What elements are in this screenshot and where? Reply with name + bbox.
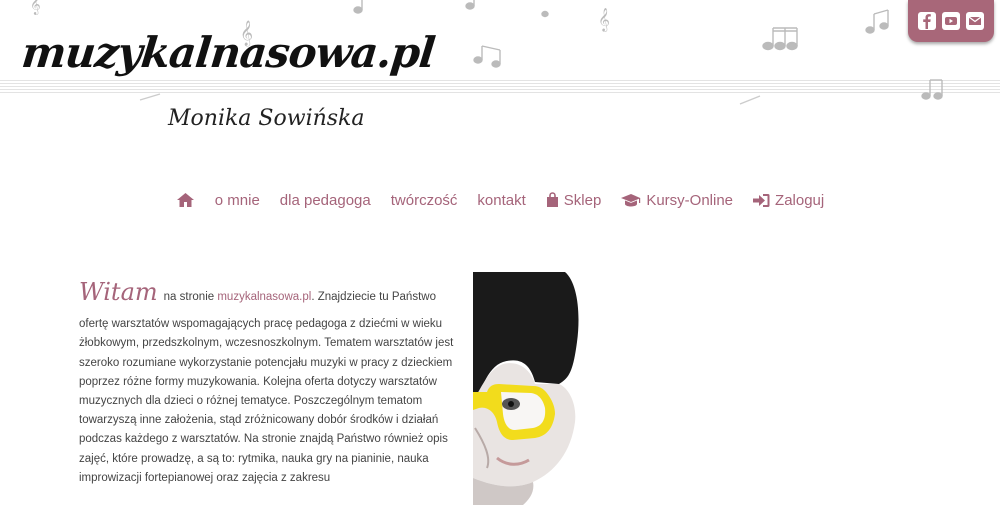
intro-body: ofertę warsztatów wspomagających pracę p… bbox=[79, 318, 454, 484]
nav-label: dla pedagoga bbox=[279, 191, 371, 209]
intro-text: Witam na stronie muzykalnasowa.pl. Znajdz… bbox=[79, 280, 454, 488]
music-staff-lines bbox=[0, 80, 1000, 94]
nav-o-mnie[interactable]: o mnie bbox=[205, 190, 270, 210]
portrait-image bbox=[473, 272, 588, 505]
nav-tworczosc[interactable]: twórczość bbox=[381, 190, 468, 210]
home-icon bbox=[176, 193, 194, 207]
shopping-bag-icon bbox=[546, 192, 558, 207]
greeting-heading: Witam bbox=[79, 278, 158, 306]
facebook-icon[interactable] bbox=[917, 11, 937, 31]
intro-prefix: na stronie bbox=[163, 291, 218, 303]
svg-text:𝄞: 𝄞 bbox=[598, 9, 610, 32]
youtube-icon[interactable] bbox=[941, 11, 961, 31]
intro-first-line: Witam na stronie muzykalnasowa.pl. Znajdz… bbox=[79, 280, 454, 307]
nav-sklep[interactable]: Sklep bbox=[536, 190, 612, 210]
nav-kontakt[interactable]: kontakt bbox=[467, 190, 535, 210]
site-logo[interactable]: muzykalnasowa.pl bbox=[19, 28, 436, 77]
main-navigation: o mnie dla pedagoga twórczość kontakt Sk… bbox=[0, 190, 1000, 210]
site-subtitle: Monika Sowińska bbox=[168, 106, 365, 131]
nav-label: twórczość bbox=[390, 191, 458, 209]
social-links bbox=[908, 0, 994, 42]
nav-label: Sklep bbox=[563, 191, 602, 209]
nav-home[interactable] bbox=[166, 190, 205, 210]
graduation-cap-icon bbox=[621, 194, 641, 207]
nav-label: Zaloguj bbox=[775, 191, 825, 209]
svg-text:𝄞: 𝄞 bbox=[30, 0, 41, 15]
site-link[interactable]: muzykalnasowa.pl bbox=[217, 291, 311, 303]
nav-label: Kursy-Online bbox=[646, 191, 734, 209]
nav-label: o mnie bbox=[214, 191, 260, 209]
intro-suffix: . Znajdziecie tu Państwo bbox=[311, 291, 436, 303]
sign-in-icon bbox=[753, 193, 770, 207]
envelope-icon[interactable] bbox=[965, 11, 985, 31]
nav-label: kontakt bbox=[477, 191, 526, 209]
nav-dla-pedagoga[interactable]: dla pedagoga bbox=[270, 190, 381, 210]
nav-kursy-online[interactable]: Kursy-Online bbox=[611, 190, 743, 210]
nav-zaloguj[interactable]: Zaloguj bbox=[743, 190, 834, 210]
